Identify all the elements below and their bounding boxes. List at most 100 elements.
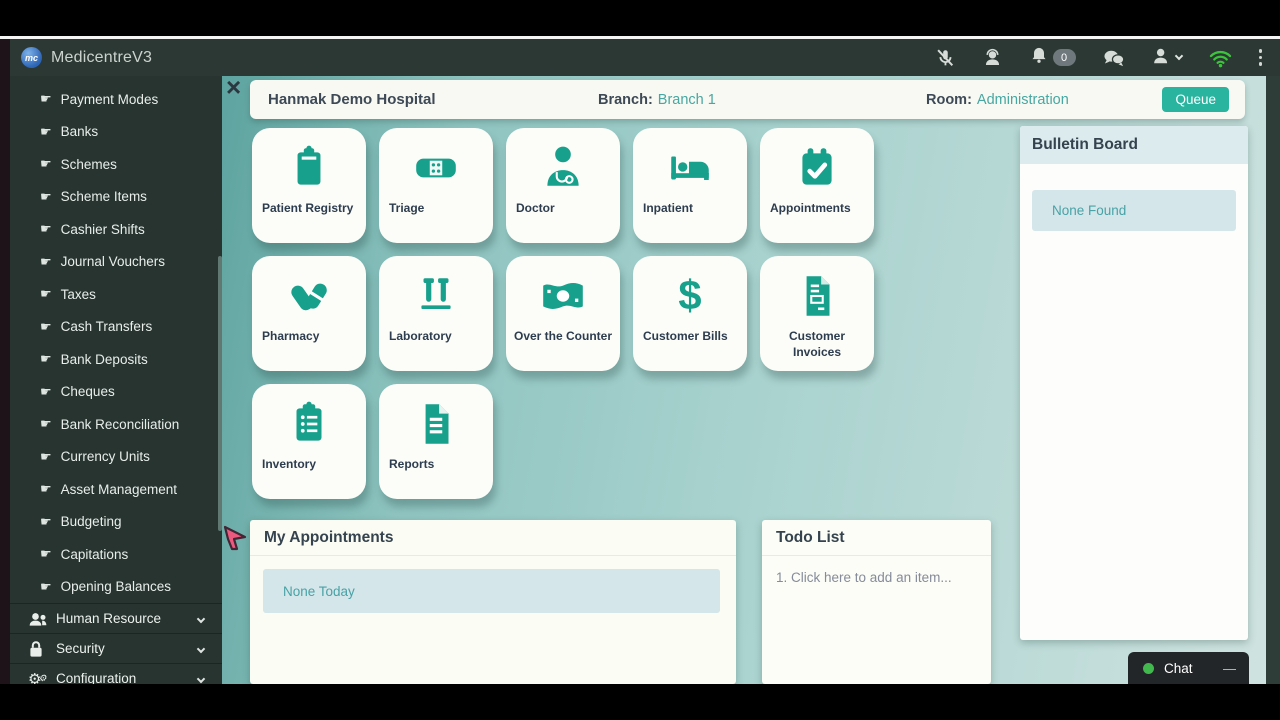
sidebar-section-label: Configuration [56,671,137,684]
sidebar-item-label: Bank Reconciliation [60,416,180,432]
hospital-name: Hanmak Demo Hospital [268,91,436,108]
wifi-icon[interactable] [1208,47,1233,68]
hand-pointer-icon: ☛ [40,188,52,204]
sidebar-item-taxes[interactable]: ☛ Taxes [10,278,222,311]
hand-pointer-icon: ☛ [40,448,52,464]
hand-pointer-icon: ☛ [40,91,52,107]
sidebar-item-capitations[interactable]: ☛ Capitations [10,538,222,571]
queue-button[interactable]: Queue [1162,87,1229,112]
close-icon[interactable]: × [226,74,241,100]
frame-bottom-bar [0,684,1280,720]
sidebar-section-human-resource[interactable]: Human Resource [10,603,222,633]
hand-pointer-icon: ☛ [40,156,52,172]
calendar-check-icon [760,141,874,195]
sidebar-item-label: Scheme Items [60,189,147,205]
pills-icon [252,269,366,323]
mouse-cursor [223,524,249,557]
hospital-header-bar: Hanmak Demo Hospital Branch: Branch 1 Ro… [250,80,1245,119]
tile-customer-invoices[interactable]: Customer Invoices [760,256,874,371]
sidebar-item-label: Banks [60,124,99,140]
sidebar-item-cashier-shifts[interactable]: ☛ Cashier Shifts [10,213,222,246]
sidebar-item-opening-balances[interactable]: ☛ Opening Balances [10,571,222,604]
module-tiles-grid: Patient Registry Triage Doctor Inpatient… [252,128,882,499]
sidebar-item-scheme-items[interactable]: ☛ Scheme Items [10,181,222,214]
sidebar-item-payment-modes[interactable]: ☛ Payment Modes [10,83,222,116]
tile-label: Customer Invoices [788,329,845,359]
tile-over-the-counter[interactable]: Over the Counter [506,256,620,371]
kebab-menu-icon[interactable] [1258,49,1262,66]
tile-triage[interactable]: Triage [379,128,493,243]
sidebar-item-label: Budgeting [60,514,122,530]
hand-pointer-icon: ☛ [40,351,52,367]
sidebar-item-bank-deposits[interactable]: ☛ Bank Deposits [10,343,222,376]
tile-label: Triage [389,201,425,215]
support-agent-icon[interactable] [982,47,1003,68]
sidebar-item-label: Opening Balances [60,579,171,595]
tile-customer-bills[interactable]: Customer Bills [633,256,747,371]
sidebar-item-label: Asset Management [60,481,177,497]
right-edge-strip [1266,76,1280,684]
sidebar-item-label: Taxes [60,286,96,302]
tile-inpatient[interactable]: Inpatient [633,128,747,243]
tile-appointments[interactable]: Appointments [760,128,874,243]
minimize-icon[interactable]: — [1223,661,1236,676]
sidebar-item-banks[interactable]: ☛ Banks [10,116,222,149]
tile-label: Pharmacy [262,329,320,343]
sidebar-section-label: Human Resource [56,611,162,626]
mic-muted-icon[interactable] [934,47,956,69]
tile-doctor[interactable]: Doctor [506,128,620,243]
clipboard-icon [252,141,366,195]
chevron-down-icon [196,644,206,653]
sidebar-item-cheques[interactable]: ☛ Cheques [10,376,222,409]
user-icon [1152,46,1171,70]
todo-list-title: Todo List [762,520,991,556]
hand-pointer-icon: ☛ [40,383,52,399]
sidebar-item-schemes[interactable]: ☛ Schemes [10,148,222,181]
tile-label: Appointments [770,201,851,215]
chevron-down-icon [196,614,206,623]
tile-laboratory[interactable]: Laboratory [379,256,493,371]
user-menu[interactable] [1152,46,1183,70]
sidebar-section-configuration[interactable]: ⚙ ⚙ Configuration [10,663,222,684]
bulletin-board-panel: Bulletin Board None Found [1020,126,1248,640]
chat-label: Chat [1164,660,1193,676]
sidebar-section-label: Security [56,641,105,656]
sidebar-item-bank-reconciliation[interactable]: ☛ Bank Reconciliation [10,408,222,441]
sidebar-item-cash-transfers[interactable]: ☛ Cash Transfers [10,311,222,344]
messages-icon[interactable] [1102,48,1126,68]
chevron-down-icon [1174,51,1183,61]
notification-badge: 0 [1052,49,1076,66]
hand-pointer-icon: ☛ [40,318,52,334]
sidebar-item-label: Cheques [60,384,115,400]
sidebar-item-currency-units[interactable]: ☛ Currency Units [10,441,222,474]
notifications-button[interactable]: 0 [1029,45,1076,70]
navbar-actions: 0 [934,39,1262,76]
branch-info: Branch: Branch 1 [598,80,716,119]
tile-reports[interactable]: Reports [379,384,493,499]
hand-pointer-icon: ☛ [40,578,52,594]
room-value-link[interactable]: Administration [977,92,1069,108]
bulletin-empty-alert: None Found [1032,190,1236,231]
branch-value-link[interactable]: Branch 1 [658,92,716,108]
chat-widget[interactable]: Chat — [1128,652,1249,684]
sidebar-item-label: Cashier Shifts [60,221,145,237]
tile-pharmacy[interactable]: Pharmacy [252,256,366,371]
sidebar-item-journal-vouchers[interactable]: ☛ Journal Vouchers [10,246,222,279]
todo-add-item[interactable]: 1. Click here to add an item... [762,556,991,599]
sidebar-item-label: Currency Units [60,449,150,465]
sidebar-item-label: Payment Modes [60,91,159,107]
sidebar: ☛ Payment Modes ☛ Banks ☛ Schemes ☛ Scheme I… [10,76,222,684]
sidebar-item-label: Schemes [60,156,117,172]
app-title: MedicentreV3 [51,48,153,66]
file-invoice-icon [760,269,874,323]
sidebar-item-label: Cash Transfers [60,319,153,335]
hand-pointer-icon: ☛ [40,221,52,237]
tile-label: Over the Counter [513,329,612,343]
tile-inventory[interactable]: Inventory [252,384,366,499]
my-appointments-title: My Appointments [250,520,736,556]
doctor-icon [506,141,620,195]
sidebar-item-asset-management[interactable]: ☛ Asset Management [10,473,222,506]
sidebar-section-security[interactable]: Security [10,633,222,663]
tile-patient-registry[interactable]: Patient Registry [252,128,366,243]
sidebar-item-budgeting[interactable]: ☛ Budgeting [10,506,222,539]
